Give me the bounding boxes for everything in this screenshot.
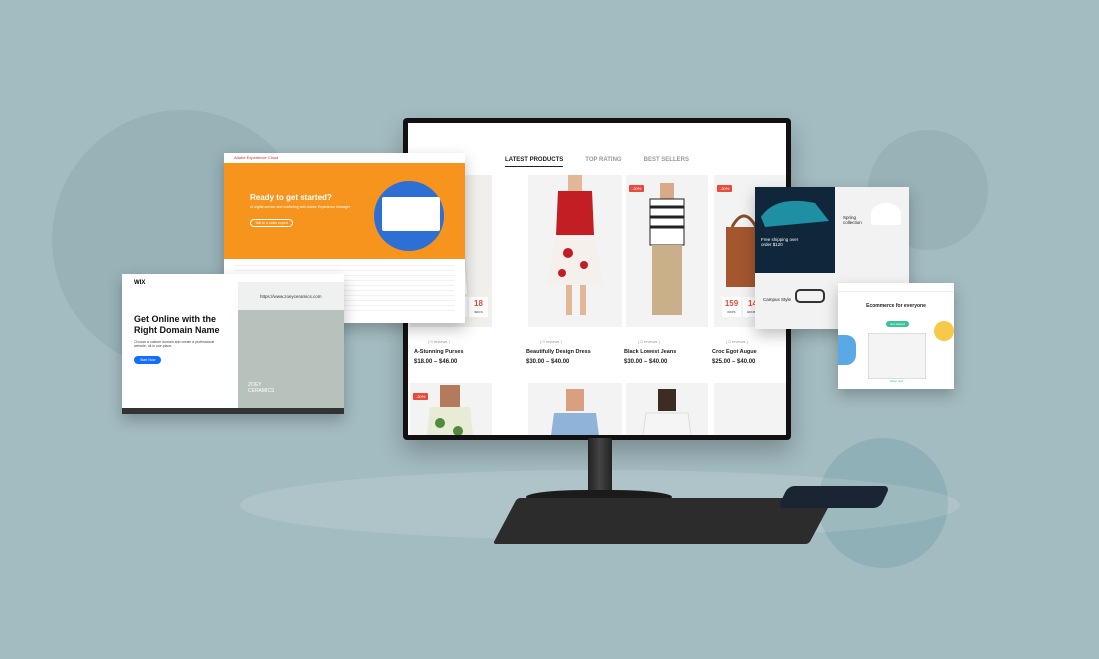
- countdown-days: 159 DAYS: [722, 297, 741, 317]
- ecommerce-header: [838, 283, 954, 292]
- ecommerce-shop-button[interactable]: Shop now: [890, 379, 903, 383]
- sale-badge: -30%: [413, 393, 429, 400]
- adobe-dashboard-card: [382, 197, 440, 231]
- taskbar: [122, 408, 344, 414]
- adobe-hero: Ready to get started? AI digital service…: [224, 163, 465, 259]
- deco-shape-blue: [838, 335, 856, 365]
- red-dress-icon: [546, 175, 604, 315]
- adobe-cta-button[interactable]: Talk to a sales expert: [250, 219, 293, 227]
- product-name[interactable]: A-Stunning Purses: [414, 349, 464, 355]
- browser-url[interactable]: https://www.zoeyceramics.com: [260, 294, 322, 299]
- product-reviews: ( 0 reviews ): [540, 339, 562, 344]
- wix-logo: WIX: [134, 280, 146, 286]
- wix-start-button[interactable]: Start Now: [134, 356, 162, 364]
- spring-collection: Spring collection: [843, 215, 862, 225]
- tab-latest-products[interactable]: LATEST PRODUCTS: [505, 157, 564, 167]
- product-image-tee[interactable]: [626, 383, 708, 435]
- product-reviews: ( 0 reviews ): [726, 339, 748, 344]
- wix-headline: Get Online with the Right Domain Name: [134, 314, 220, 335]
- product-name[interactable]: Beautifully Design Dress: [526, 349, 591, 355]
- monitor-stand: [588, 438, 612, 494]
- man-shirt-icon: [551, 389, 599, 435]
- cap-image: [871, 203, 901, 225]
- product-name[interactable]: Black Lowest Jeans: [624, 349, 676, 355]
- product-image-extra[interactable]: [714, 383, 786, 435]
- ecommerce-get-started-button[interactable]: Get started: [886, 321, 909, 327]
- ecommerce-shop-screen: [868, 333, 926, 379]
- product-price: $18.00 – $46.00: [414, 359, 458, 365]
- ecommerce-headline: Ecommerce for everyone: [866, 303, 926, 309]
- sneaker-icon: [761, 200, 829, 227]
- tab-best-sellers[interactable]: BEST SELLERS: [644, 157, 689, 167]
- zoey-brand: ZOEY CERAMICS: [248, 382, 275, 394]
- shoe-promo: Free shipping over order $120: [755, 187, 835, 273]
- campus-style: Campus Style: [763, 297, 792, 302]
- product-image-dress[interactable]: [528, 175, 622, 327]
- product-price: $25.00 – $40.00: [712, 359, 756, 365]
- product-reviews: ( 0 reviews ): [428, 339, 450, 344]
- adobe-brand: Adobe Experience Cloud: [234, 155, 279, 160]
- glasses-icon: [795, 289, 825, 303]
- adobe-body: AI digital service and marketing with Ad…: [250, 205, 350, 209]
- sale-badge: -30%: [629, 185, 645, 192]
- shipping-promo: Free shipping over order $120: [761, 237, 799, 247]
- trackpad: [777, 486, 891, 508]
- product-reviews: ( 0 reviews ): [638, 339, 660, 344]
- wix-body: Choose a custom domain and create a prof…: [134, 340, 214, 348]
- ecommerce-panel: Ecommerce for everyone Get started Shop …: [838, 283, 954, 389]
- floral-top-icon: [426, 385, 474, 435]
- striped-sweater-icon: [649, 183, 685, 315]
- wix-panel: WIX Get Online with the Right Domain Nam…: [122, 274, 344, 414]
- product-price: $30.00 – $40.00: [624, 359, 668, 365]
- zoey-site-preview: https://www.zoeyceramics.com ZOEY CERAMI…: [238, 282, 344, 408]
- product-price: $30.00 – $40.00: [526, 359, 570, 365]
- sale-badge: -30%: [717, 185, 733, 192]
- adobe-headline: Ready to get started?: [250, 193, 332, 202]
- tab-top-rating[interactable]: TOP RATING: [585, 157, 621, 167]
- product-image-shirt[interactable]: [528, 383, 622, 435]
- product-image-jeans[interactable]: -30%: [626, 175, 708, 327]
- product-image-top[interactable]: -30%: [410, 383, 492, 435]
- deco-shape-yellow: [934, 321, 954, 341]
- product-name[interactable]: Croc Egot Augue: [712, 349, 757, 355]
- countdown-secs: 18 SECS: [469, 297, 488, 317]
- man-tee-icon: [642, 389, 692, 435]
